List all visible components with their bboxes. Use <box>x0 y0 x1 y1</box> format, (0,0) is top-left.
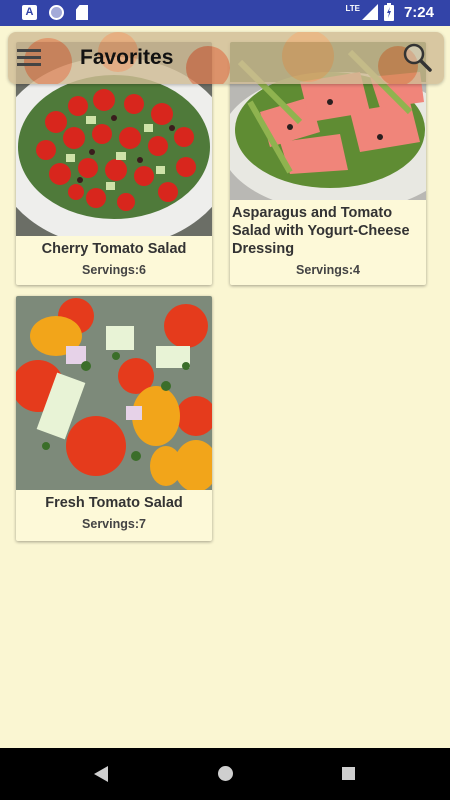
recipe-title: Asparagus and Tomato Salad with Yogurt-C… <box>232 205 410 257</box>
recipe-title: Fresh Tomato Salad <box>45 495 183 511</box>
hamburger-menu-icon[interactable] <box>16 45 42 71</box>
recipe-card[interactable]: Fresh Tomato Salad Servings:7 <box>16 296 212 541</box>
fresh-tomato-salad-photo <box>16 296 212 490</box>
app-bar-background <box>8 32 444 84</box>
recipe-title: Cherry Tomato Salad <box>41 241 187 257</box>
page-title: Favorites <box>80 46 174 69</box>
back-icon[interactable] <box>94 766 108 782</box>
recipe-servings: Servings:4 <box>296 263 360 277</box>
home-icon[interactable] <box>218 766 233 781</box>
app-bar: Favorites <box>8 32 444 84</box>
navigation-bar <box>0 748 450 800</box>
recipe-servings: Servings:6 <box>82 263 146 277</box>
favorites-grid: Cherry Tomato Salad Servings:6 Asparagus… <box>0 0 450 750</box>
recipe-servings: Servings:7 <box>82 517 146 531</box>
search-icon[interactable] <box>402 42 432 72</box>
recents-icon[interactable] <box>342 767 355 780</box>
